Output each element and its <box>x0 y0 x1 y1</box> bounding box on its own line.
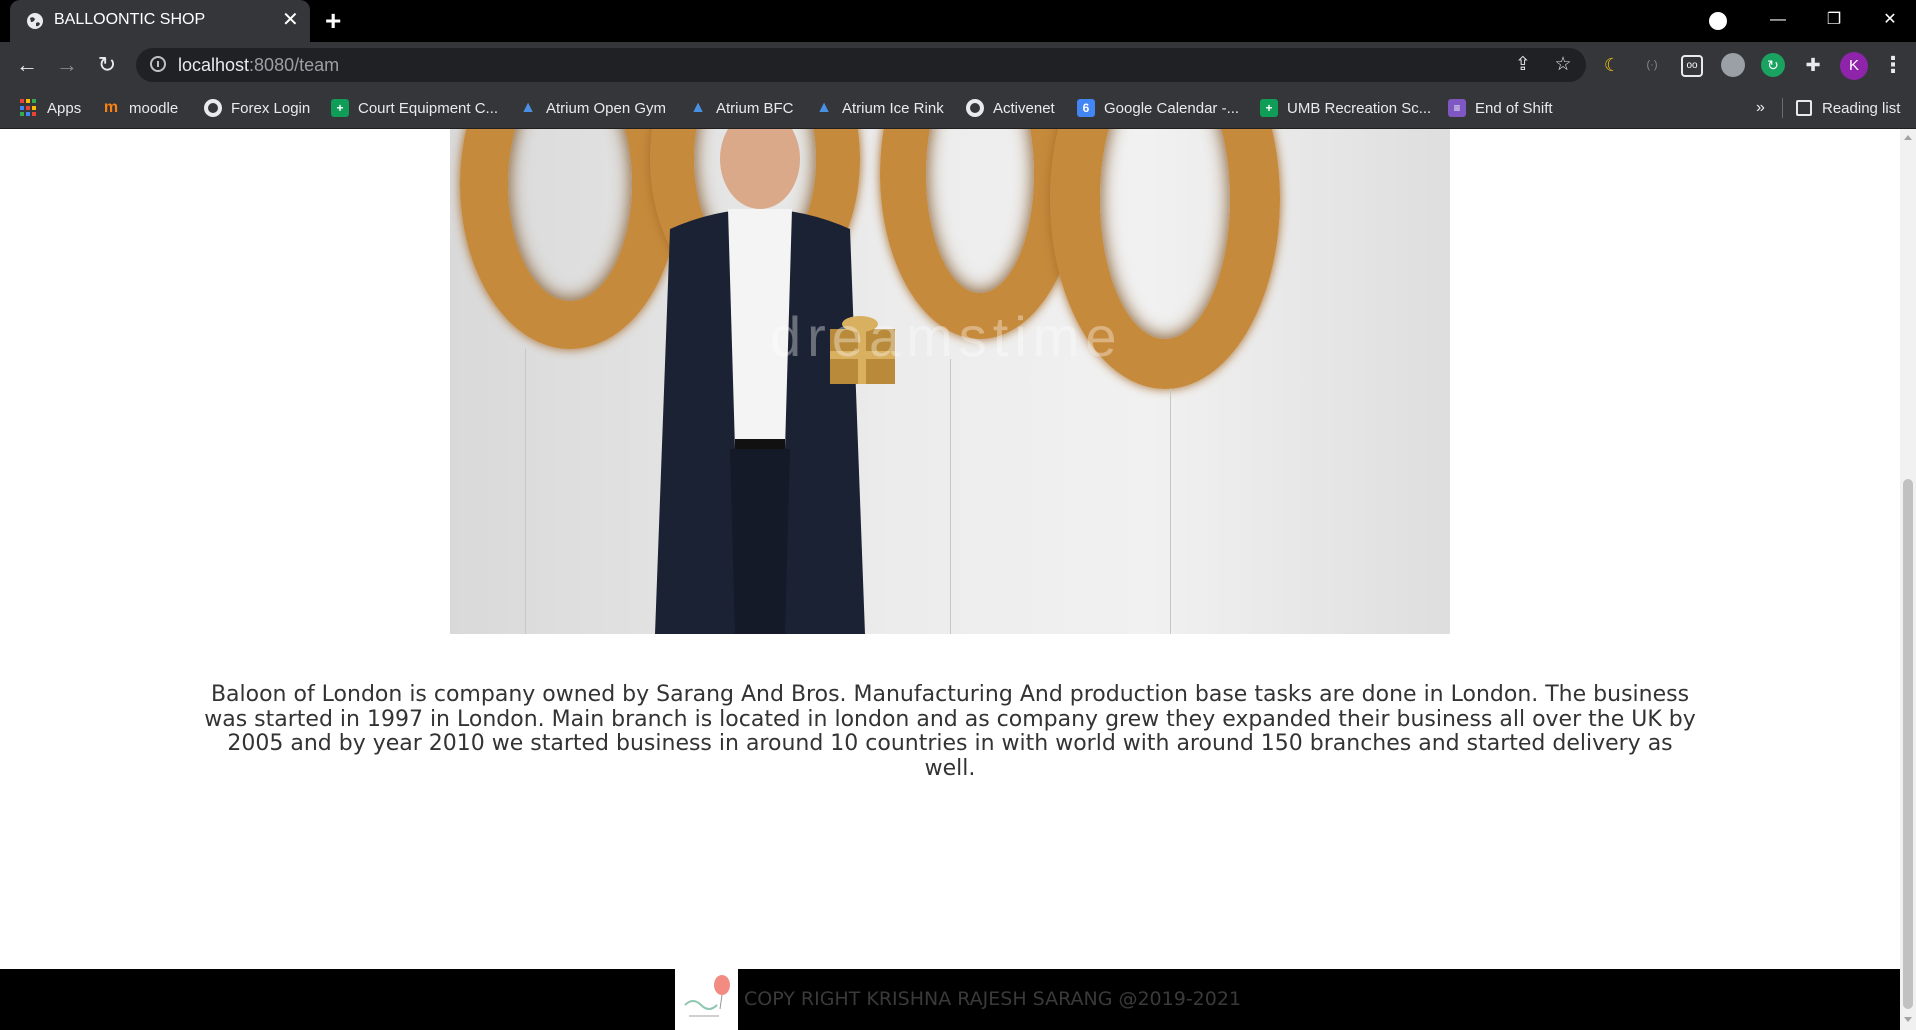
bookmark-apps[interactable]: Apps <box>20 88 81 128</box>
bookmark-label: Activenet <box>993 99 1055 117</box>
sheets-icon: + <box>331 99 349 117</box>
balloon-string <box>950 359 951 634</box>
scrollbar-thumb[interactable] <box>1903 479 1913 1009</box>
reading-list-icon <box>1796 100 1812 116</box>
share-icon[interactable]: ⇪ <box>1512 54 1534 76</box>
hero-image: dreamstime <box>450 129 1450 634</box>
bookmarks-divider <box>1782 98 1783 118</box>
bookmark-atrium-ice-rink[interactable]: ▲ Atrium Ice Rink <box>815 88 944 128</box>
site-info-icon[interactable] <box>150 56 166 72</box>
refresh-extension-icon[interactable]: ↻ <box>1761 53 1785 77</box>
forward-button[interactable]: → <box>51 50 83 80</box>
reading-list-label: Reading list <box>1822 99 1901 117</box>
minimize-button[interactable]: — <box>1756 0 1800 42</box>
bookmark-label: Forex Login <box>231 99 311 117</box>
bookmarks-bar: Apps m moodle Forex Login + Court Equipm… <box>0 88 1916 129</box>
address-bar[interactable]: localhost:8080/team ⇪ ☆ <box>136 48 1586 82</box>
bookmark-label: Atrium BFC <box>716 99 794 117</box>
calendar-icon: 6 <box>1077 99 1095 117</box>
atrium-icon: ▲ <box>816 99 832 116</box>
bookmark-label: Court Equipment C... <box>358 99 499 117</box>
new-tab-button[interactable]: + <box>325 4 341 38</box>
menu-kebab-icon[interactable]: ⋮ <box>1882 50 1904 80</box>
reload-button[interactable]: ↻ <box>91 50 123 80</box>
bookmark-label: moodle <box>129 99 179 117</box>
bookmark-label: End of Shift <box>1475 99 1553 117</box>
globe-icon <box>204 99 222 117</box>
globe-icon <box>966 99 984 117</box>
puzzle-extensions-icon[interactable]: ✚ <box>1801 53 1825 77</box>
bookmark-umb-recreation[interactable]: + UMB Recreation Sc... <box>1260 88 1431 128</box>
scroll-down-arrow-icon[interactable] <box>1904 1017 1912 1022</box>
bookmark-court-equipment[interactable]: + Court Equipment C... <box>331 88 498 128</box>
bookmark-label: Apps <box>47 99 82 117</box>
back-button[interactable]: ← <box>11 50 43 80</box>
bookmark-label: Atrium Ice Rink <box>842 99 944 117</box>
footer-copyright: COPY RIGHT KRISHNA RAJESH SARANG @2019-2… <box>744 988 1242 1010</box>
hero-watermark: dreamstime <box>770 305 1123 368</box>
tab-strip: BALLOONTIC SHOP ✕ + — ❐ ✕ <box>0 0 1916 42</box>
site-footer: COPY RIGHT KRISHNA RAJESH SARANG @2019-2… <box>0 969 1900 1030</box>
bookmark-label: Google Calendar -... <box>1104 99 1240 117</box>
reading-list-button[interactable]: Reading list <box>1796 88 1900 128</box>
atrium-icon: ▲ <box>520 99 536 116</box>
tab-title: BALLOONTIC SHOP <box>54 11 206 28</box>
bookmark-activenet[interactable]: Activenet <box>966 88 1055 128</box>
glasses-extension-icon[interactable]: oo <box>1681 55 1703 77</box>
bookmark-label: Atrium Open Gym <box>546 99 667 117</box>
footer-logo <box>675 969 738 1030</box>
browser-toolbar: ← → ↻ localhost:8080/team ⇪ ☆ ☾ (·) oo ↻… <box>0 42 1916 88</box>
bookmark-atrium-bfc[interactable]: ▲ Atrium BFC <box>689 88 794 128</box>
moodle-icon: m <box>103 99 119 116</box>
balloon-string <box>525 349 526 634</box>
bookmark-end-of-shift[interactable]: ≡ End of Shift <box>1448 88 1553 128</box>
profile-avatar[interactable]: K <box>1840 52 1868 80</box>
bookmark-forex-login[interactable]: Forex Login <box>204 88 310 128</box>
bookmark-star-icon[interactable]: ☆ <box>1552 54 1574 76</box>
scroll-up-arrow-icon[interactable] <box>1904 135 1912 140</box>
page-scrollbar[interactable] <box>1900 129 1916 1030</box>
balloon-logo-icon <box>684 975 730 1017</box>
tab-search-icon[interactable] <box>1709 12 1727 30</box>
sheets-icon: + <box>1260 99 1278 117</box>
close-window-button[interactable]: ✕ <box>1868 0 1912 42</box>
circle-extension-icon[interactable] <box>1721 53 1745 77</box>
bookmark-google-calendar[interactable]: 6 Google Calendar -... <box>1077 88 1239 128</box>
balloon-string <box>1170 389 1171 634</box>
atrium-icon: ▲ <box>690 99 706 116</box>
bookmark-atrium-open-gym[interactable]: ▲ Atrium Open Gym <box>519 88 666 128</box>
man-in-suit-figure <box>655 129 895 634</box>
page-viewport: dreamstime Baloon of London is company o… <box>0 129 1900 1030</box>
dark-mode-extension-icon[interactable]: ☾ <box>1600 53 1624 77</box>
tab-active[interactable]: BALLOONTIC SHOP ✕ <box>10 0 310 42</box>
about-paragraph: Baloon of London is company owned by Sar… <box>204 682 1696 781</box>
url-text[interactable]: localhost:8080/team <box>178 55 339 76</box>
tab-close-icon[interactable]: ✕ <box>282 8 299 32</box>
more-bookmarks-button[interactable]: » <box>1756 88 1765 128</box>
url-host: localhost <box>178 55 250 75</box>
restore-button[interactable]: ❐ <box>1812 0 1856 42</box>
bookmark-moodle[interactable]: m moodle <box>102 88 178 128</box>
bookmark-label: UMB Recreation Sc... <box>1287 99 1432 117</box>
url-path: :8080/team <box>249 55 340 75</box>
globe-icon <box>27 13 43 29</box>
extension-icon[interactable]: (·) <box>1640 53 1664 77</box>
apps-grid-icon <box>20 99 38 117</box>
list-icon: ≡ <box>1448 99 1466 117</box>
